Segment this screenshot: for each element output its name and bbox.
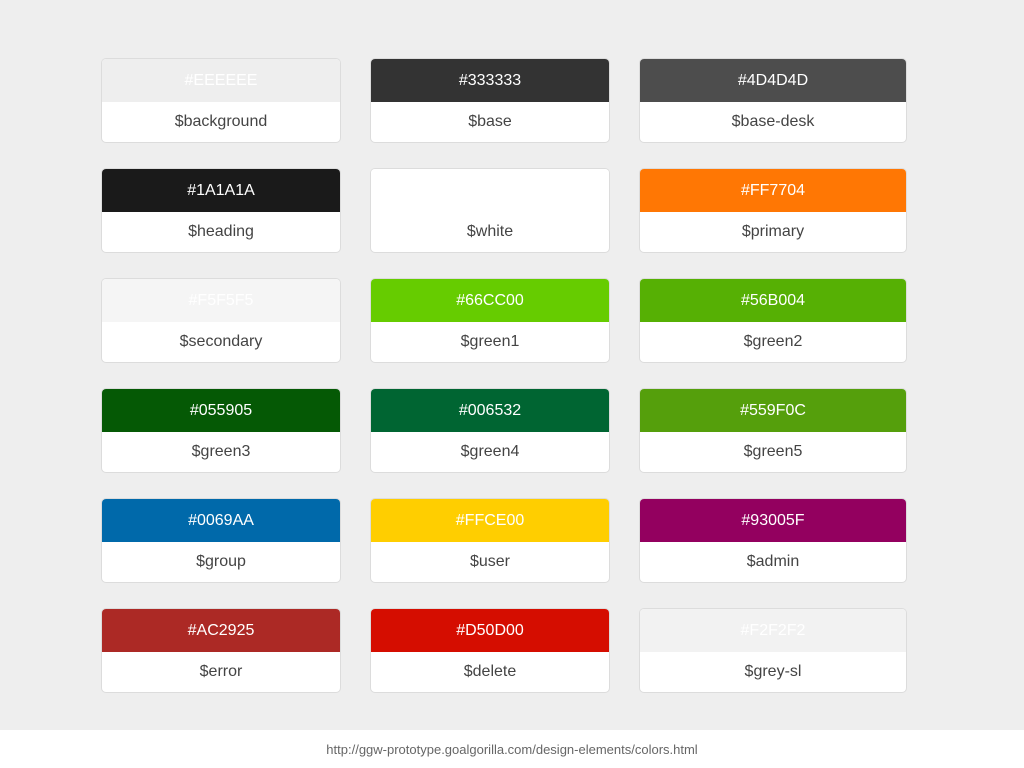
color-variable-name: $white xyxy=(466,223,514,240)
color-card: #559F0C $green5 xyxy=(640,389,906,472)
color-variable-name: $grey-sl xyxy=(744,663,802,680)
color-swatch-hex: #1A1A1A xyxy=(102,169,340,212)
color-variable-name: $primary xyxy=(741,223,805,240)
color-swatch-hex: #EEEEEE xyxy=(102,59,340,102)
color-card: #4D4D4D $base-desk xyxy=(640,59,906,142)
color-card: $white xyxy=(371,169,609,252)
color-card: #055905 $green3 xyxy=(102,389,340,472)
color-variable-name: $green4 xyxy=(460,443,520,460)
color-swatch-hex xyxy=(371,169,609,212)
footer-url: http://ggw-prototype.goalgorilla.com/des… xyxy=(326,741,698,757)
color-card: #333333 $base xyxy=(371,59,609,142)
color-variable-name: $background xyxy=(174,113,268,130)
color-card: #66CC00 $green1 xyxy=(371,279,609,362)
color-card: #FFCE00 $user xyxy=(371,499,609,582)
color-swatch-hex: #93005F xyxy=(640,499,906,542)
color-swatch-hex: #559F0C xyxy=(640,389,906,432)
color-swatch-hex: #AC2925 xyxy=(102,609,340,652)
color-card: #D50D00 $delete xyxy=(371,609,609,692)
color-variable-name: $admin xyxy=(746,553,800,570)
color-card: #EEEEEE $background xyxy=(102,59,340,142)
color-variable-name: $green1 xyxy=(460,333,520,350)
color-variable-name: $group xyxy=(196,553,246,570)
color-swatch-hex: #F5F5F5 xyxy=(102,279,340,322)
color-card: #93005F $admin xyxy=(640,499,906,582)
color-swatch-hex: #D50D00 xyxy=(371,609,609,652)
color-variable-name: $green2 xyxy=(743,333,803,350)
color-swatch-hex: #FFCE00 xyxy=(371,499,609,542)
color-variable-name: $delete xyxy=(463,663,517,680)
color-card: #F2F2F2 $grey-sl xyxy=(640,609,906,692)
color-variable-name: $heading xyxy=(188,223,254,240)
color-swatch-hex: #4D4D4D xyxy=(640,59,906,102)
color-variable-name: $green5 xyxy=(743,443,803,460)
color-variable-name: $green3 xyxy=(191,443,251,460)
color-swatch-hex: #006532 xyxy=(371,389,609,432)
color-swatch-hex: #055905 xyxy=(102,389,340,432)
color-swatch-hex: #56B004 xyxy=(640,279,906,322)
color-card: #FF7704 $primary xyxy=(640,169,906,252)
color-variable-name: $base xyxy=(468,113,512,130)
color-swatch-hex: #66CC00 xyxy=(371,279,609,322)
color-variable-name: $base-desk xyxy=(731,113,815,130)
color-card: #006532 $green4 xyxy=(371,389,609,472)
footer: http://ggw-prototype.goalgorilla.com/des… xyxy=(0,730,1024,768)
color-swatch-hex: #333333 xyxy=(371,59,609,102)
color-swatch-hex: #F2F2F2 xyxy=(640,609,906,652)
color-variable-name: $secondary xyxy=(179,333,263,350)
color-card: #AC2925 $error xyxy=(102,609,340,692)
color-card: #1A1A1A $heading xyxy=(102,169,340,252)
color-card: #56B004 $green2 xyxy=(640,279,906,362)
color-variable-name: $error xyxy=(199,663,243,680)
color-card: #F5F5F5 $secondary xyxy=(102,279,340,362)
color-card: #0069AA $group xyxy=(102,499,340,582)
color-swatch-hex: #FF7704 xyxy=(640,169,906,212)
color-swatch-hex: #0069AA xyxy=(102,499,340,542)
color-variable-name: $user xyxy=(469,553,511,570)
